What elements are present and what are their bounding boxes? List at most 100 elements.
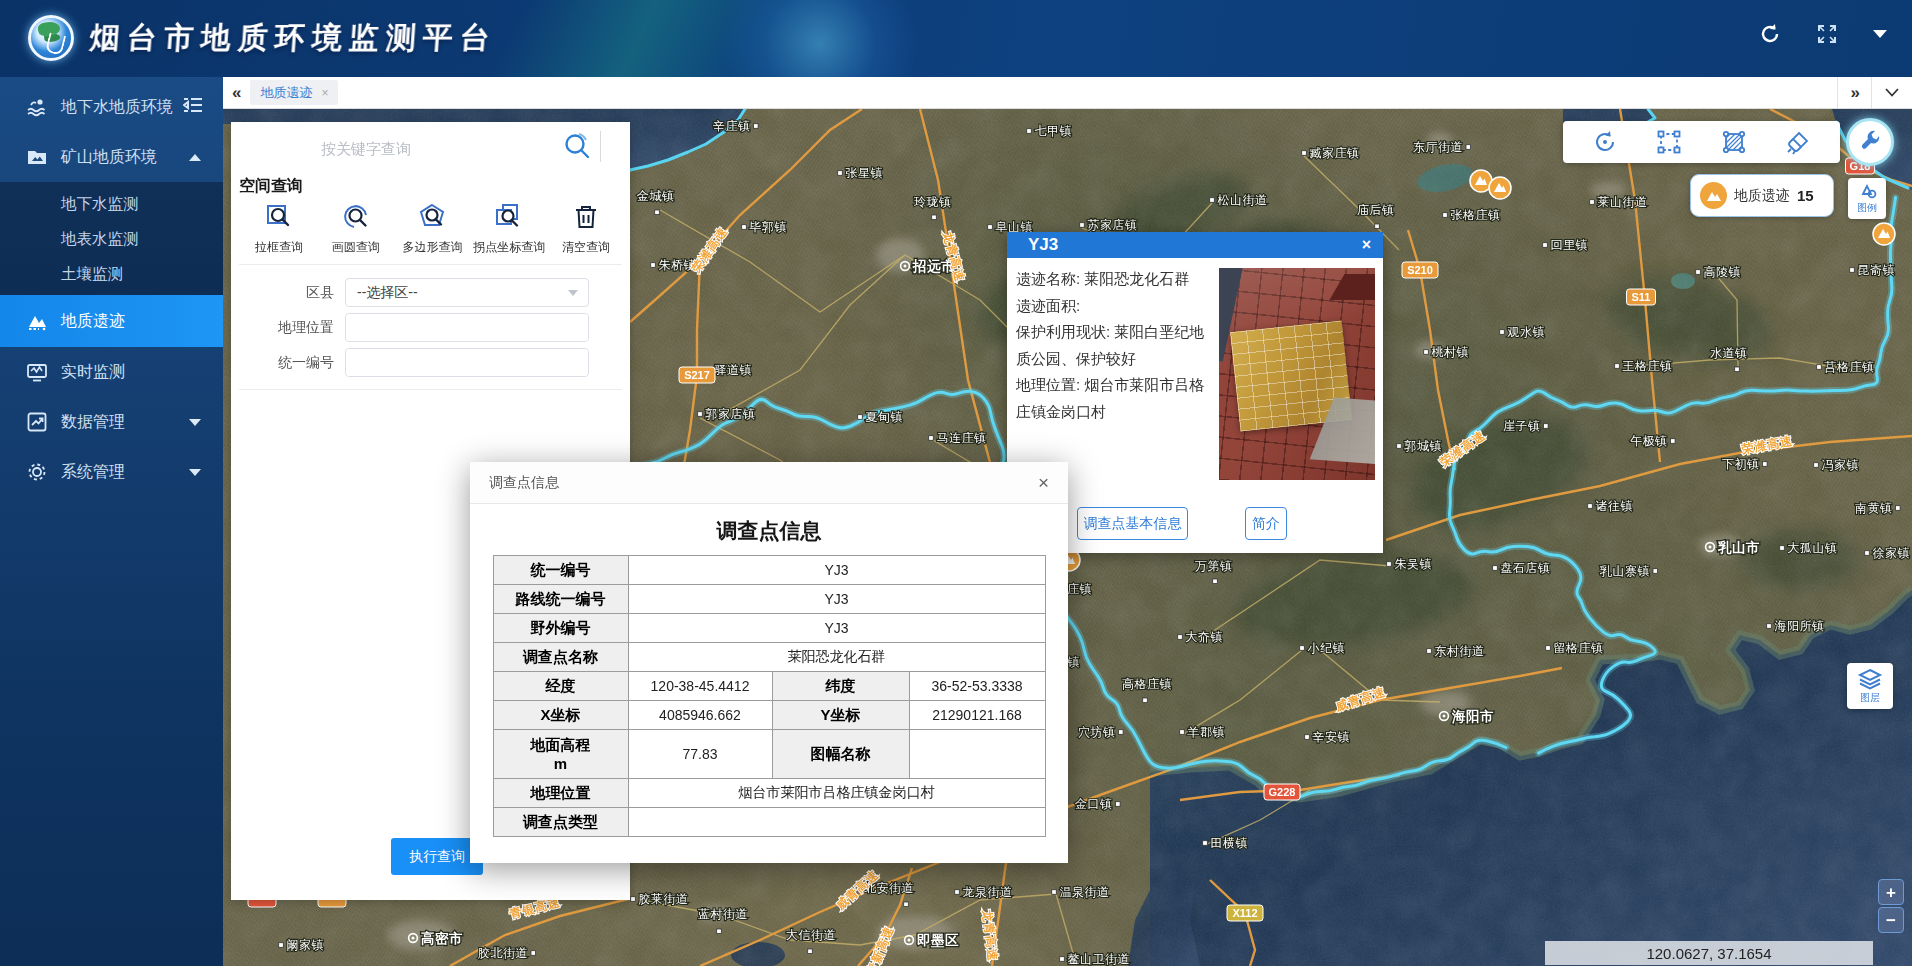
svg-text:海阳所镇: 海阳所镇: [1775, 619, 1825, 633]
map-town-label: 王格庄镇: [1615, 359, 1673, 373]
svg-text:东厅街道: 东厅街道: [1413, 140, 1463, 154]
map-town-label: 郭家店镇: [698, 407, 756, 421]
map-tools-toggle-button[interactable]: [1846, 118, 1894, 166]
popup-title: YJ3: [1028, 235, 1058, 255]
location-input[interactable]: [346, 314, 588, 341]
map-town-label: 盘石店镇: [1493, 561, 1551, 575]
svg-text:郭家店镇: 郭家店镇: [705, 407, 756, 421]
map-town-label: 温泉街道: [1052, 885, 1110, 899]
svg-text:七甲镇: 七甲镇: [1035, 124, 1073, 138]
svg-text:水道镇: 水道镇: [1710, 346, 1748, 360]
sidebar-item-groundwater-env[interactable]: 地下水地质环境: [0, 82, 223, 132]
layers-button[interactable]: 图层: [1847, 663, 1893, 709]
svg-text:穴坊镇: 穴坊镇: [1078, 725, 1116, 739]
svg-text:大夼镇: 大夼镇: [1186, 630, 1224, 644]
sidebar-item-system-mgmt[interactable]: 系统管理: [0, 447, 223, 497]
map-town-label: 大孤山镇: [1780, 541, 1838, 555]
svg-text:王格庄镇: 王格庄镇: [1623, 359, 1673, 373]
geoheritage-map-marker[interactable]: [1873, 223, 1895, 245]
chevron-up-icon: [189, 154, 201, 161]
route-badge: G228: [1264, 784, 1300, 800]
svg-text:高密市: 高密市: [421, 930, 463, 946]
map-town-label: 臧家庄镇: [1302, 146, 1360, 160]
tool-circle-query[interactable]: 画圆查询: [318, 202, 394, 256]
svg-text:小纪镇: 小纪镇: [1308, 641, 1346, 655]
svg-text:莒格庄镇: 莒格庄镇: [1825, 360, 1875, 374]
app-logo-icon: [28, 15, 74, 61]
sidebar-item-data-mgmt[interactable]: 数据管理: [0, 397, 223, 447]
clear-brush-icon[interactable]: [1785, 129, 1811, 155]
survey-basic-info-button[interactable]: 调查点基本信息: [1077, 507, 1188, 540]
sidebar-item-realtime-monitor[interactable]: 实时监测: [0, 347, 223, 397]
code-input[interactable]: [346, 349, 588, 376]
mine-folder-icon: [26, 146, 48, 168]
tabs-scroll-right[interactable]: »: [1837, 77, 1871, 108]
survey-info-table: 统一编号YJ3 路线统一编号YJ3 野外编号YJ3 调查点名称莱阳恐龙化石群 经…: [493, 555, 1046, 837]
map-town-label: 莒格庄镇: [1817, 360, 1875, 374]
monitor-icon: [26, 361, 48, 383]
tool-vertex-coord-query[interactable]: 拐点坐标查询: [471, 202, 547, 256]
legend-button[interactable]: 图例: [1848, 178, 1886, 219]
map-town-label: 苏家店镇: [1080, 218, 1138, 232]
sidebar-item-groundwater-monitor[interactable]: 地下水监测: [0, 186, 223, 221]
svg-text:徐家镇: 徐家镇: [1873, 546, 1911, 560]
tab-geoheritage[interactable]: 地质遗迹 ×: [250, 80, 338, 105]
tool-polygon-query[interactable]: 多边形查询: [395, 202, 471, 256]
route-badge: S210: [1402, 262, 1438, 278]
search-icon[interactable]: [562, 131, 592, 165]
user-menu-caret-icon[interactable]: [1872, 28, 1888, 40]
geoheritage-count-badge[interactable]: 地质遗迹 15: [1690, 174, 1834, 217]
refresh-icon[interactable]: [1758, 22, 1782, 46]
tabs-scroll-left[interactable]: «: [223, 83, 248, 103]
dialog-close-icon[interactable]: ×: [1038, 472, 1049, 494]
dialog-title: 调查点信息: [489, 474, 559, 492]
map-town-label: 张格庄镇: [1443, 208, 1501, 222]
svg-text:回里镇: 回里镇: [1551, 238, 1589, 252]
district-label: 区县: [231, 284, 345, 302]
sidebar-item-soil-monitor[interactable]: 土壤监测: [0, 256, 223, 291]
svg-text:乳山市: 乳山市: [1717, 540, 1760, 555]
geoheritage-marker-icon: [1700, 182, 1727, 209]
svg-text:辛庄镇: 辛庄镇: [713, 119, 751, 133]
tabs-collapse[interactable]: [1871, 77, 1912, 108]
sidebar-item-surfacewater-monitor[interactable]: 地表水监测: [0, 221, 223, 256]
geoheritage-map-marker[interactable]: [1489, 177, 1511, 199]
site-photo[interactable]: [1219, 268, 1375, 480]
reset-view-icon[interactable]: [1592, 129, 1618, 155]
tool-clear-query[interactable]: 清空查询: [548, 202, 624, 256]
keyword-search-input[interactable]: [231, 131, 561, 165]
zoom-out-button[interactable]: −: [1878, 907, 1904, 933]
svg-text:张星镇: 张星镇: [846, 166, 884, 180]
map-town-label: 龙泉街道: [955, 885, 1013, 899]
tab-bar: « 地质遗迹 × »: [223, 77, 1912, 109]
rect-select-icon[interactable]: [1656, 129, 1682, 155]
water-icon: [26, 96, 48, 118]
chevron-down-icon: [189, 419, 201, 426]
intro-button[interactable]: 简介: [1245, 507, 1287, 540]
svg-text:马连庄镇: 马连庄镇: [937, 431, 987, 445]
svg-text:驿道镇: 驿道镇: [715, 363, 753, 377]
svg-text:大孤山镇: 大孤山镇: [1788, 541, 1838, 555]
district-select[interactable]: --选择区--: [345, 278, 589, 307]
svg-text:乳山寨镇: 乳山寨镇: [1599, 564, 1650, 578]
sidebar-item-mine-env[interactable]: 矿山地质环境: [0, 132, 223, 182]
map-town-label: 海阳所镇: [1767, 619, 1825, 633]
svg-text:海阳市: 海阳市: [1451, 709, 1494, 724]
polygon-draw-icon[interactable]: [1721, 129, 1747, 155]
fullscreen-icon[interactable]: [1816, 23, 1838, 45]
sidebar-submenu: 地下水监测 地表水监测 土壤监测: [0, 182, 223, 295]
tool-rect-query[interactable]: 拉框查询: [241, 202, 317, 256]
svg-text:胶莱街道: 胶莱街道: [639, 892, 689, 906]
svg-text:诸往镇: 诸往镇: [1596, 499, 1634, 513]
app-title: 烟台市地质环境监测平台: [89, 18, 499, 59]
svg-text:松山街道: 松山街道: [1218, 193, 1268, 207]
dialog-heading: 调查点信息: [470, 517, 1068, 545]
collapse-sidebar-icon[interactable]: [183, 97, 203, 117]
svg-text:盘石店镇: 盘石店镇: [1501, 561, 1551, 575]
map-town-label: 胶北街道: [478, 946, 536, 960]
map-town-label: 留格庄镇: [1546, 641, 1604, 655]
popup-close-icon[interactable]: ×: [1362, 236, 1371, 254]
sidebar-item-geoheritage[interactable]: 地质遗迹: [0, 295, 223, 347]
zoom-in-button[interactable]: +: [1878, 879, 1904, 905]
tab-close-icon[interactable]: ×: [321, 86, 328, 100]
